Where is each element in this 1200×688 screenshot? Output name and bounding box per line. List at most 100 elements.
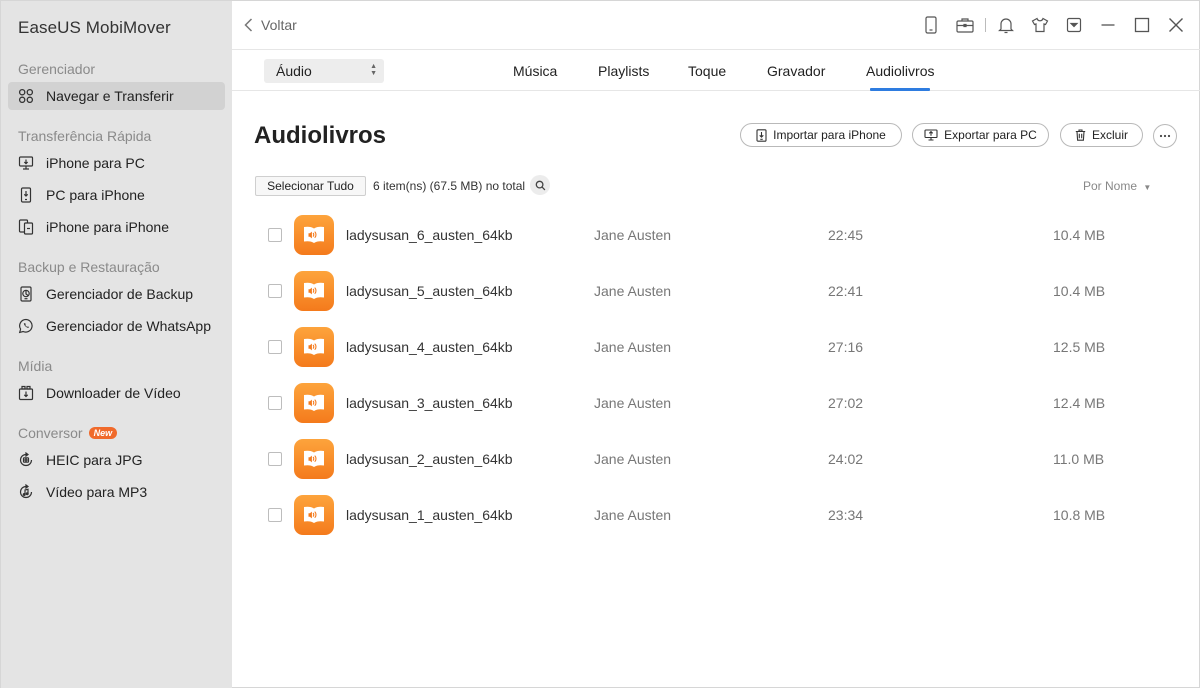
bell-icon[interactable] — [996, 15, 1016, 35]
delete-button[interactable]: Excluir — [1060, 123, 1143, 147]
more-options-button[interactable] — [1153, 124, 1177, 148]
tab-playlists[interactable]: Playlists — [598, 63, 649, 79]
whatsapp-icon — [18, 318, 34, 334]
export-label: Exportar para PC — [944, 128, 1037, 142]
toolbox-icon[interactable] — [955, 15, 975, 35]
dropdown-menu-icon[interactable] — [1064, 15, 1084, 35]
pc-to-phone-icon — [18, 187, 34, 203]
section-transferencia: Transferência Rápida — [18, 128, 152, 144]
sidebar-item-video-para-mp3[interactable]: Vídeo para MP3 — [8, 478, 225, 506]
maximize-icon[interactable] — [1132, 15, 1152, 35]
close-icon[interactable] — [1166, 15, 1186, 35]
page-title: Audiolivros — [254, 122, 387, 149]
table-row[interactable]: ladysusan_6_austen_64kb Jane Austen 22:45 1… — [255, 207, 1185, 263]
export-icon — [924, 129, 938, 141]
table-row[interactable]: ladysusan_3_austen_64kb Jane Austen 27:02 1… — [255, 375, 1185, 431]
app-title: EaseUS MobiMover — [18, 18, 171, 37]
track-artist: Jane Austen — [594, 395, 672, 411]
more-icon — [1159, 134, 1171, 138]
row-checkbox[interactable] — [268, 340, 282, 354]
sidebar-item-iphone-para-pc[interactable]: iPhone para PC — [8, 149, 225, 177]
audiobook-icon — [294, 271, 334, 311]
app-window: EaseUS MobiMover Gerenciador Navegar e T… — [0, 0, 1200, 688]
export-to-pc-button[interactable]: Exportar para PC — [912, 123, 1049, 147]
phone-to-pc-icon — [18, 155, 34, 171]
table-row[interactable]: ladysusan_5_austen_64kb Jane Austen 22:41 1… — [255, 263, 1185, 319]
image-convert-icon — [18, 452, 34, 468]
track-size: 11.0 MB — [1053, 451, 1105, 467]
category-select-value: Áudio — [276, 63, 312, 79]
tab-audiolivros[interactable]: Audiolivros — [866, 63, 934, 91]
row-checkbox[interactable] — [268, 452, 282, 466]
sidebar: EaseUS MobiMover Gerenciador Navegar e T… — [1, 1, 232, 688]
sidebar-item-heic-para-jpg[interactable]: HEIC para JPG — [8, 446, 225, 474]
row-checkbox[interactable] — [268, 508, 282, 522]
track-duration: 22:45 — [828, 227, 864, 243]
track-duration: 22:41 — [828, 283, 864, 299]
track-artist: Jane Austen — [594, 227, 672, 243]
audiobook-icon — [294, 327, 334, 367]
track-duration: 24:02 — [828, 451, 864, 467]
row-checkbox[interactable] — [268, 396, 282, 410]
sidebar-item-downloader-video[interactable]: Downloader de Vídeo — [8, 379, 225, 407]
tab-toque[interactable]: Toque — [688, 63, 726, 79]
section-midia: Mídia — [18, 358, 53, 374]
sidebar-item-pc-para-iphone[interactable]: PC para iPhone — [8, 181, 225, 209]
sort-dropdown[interactable]: Por Nome ▼ — [1083, 179, 1151, 193]
section-conversor-label: Conversor — [18, 425, 83, 441]
audiobook-icon — [294, 383, 334, 423]
shirt-icon[interactable] — [1030, 15, 1050, 35]
video-download-icon — [18, 385, 34, 401]
updown-arrow-icon: ▲ ▼ — [370, 63, 377, 77]
audiobook-icon — [294, 439, 334, 479]
tab-musica[interactable]: Música — [513, 63, 557, 79]
delete-label: Excluir — [1091, 128, 1128, 142]
tab-gravador[interactable]: Gravador — [767, 63, 825, 79]
track-name: ladysusan_2_austen_64kb — [346, 451, 513, 467]
track-duration: 23:34 — [828, 507, 864, 523]
track-name: ladysusan_3_austen_64kb — [346, 395, 513, 411]
phone-to-phone-icon — [18, 219, 34, 235]
search-icon — [535, 180, 545, 190]
sidebar-item-gerenciador-whatsapp[interactable]: Gerenciador de WhatsApp — [8, 312, 225, 340]
search-button[interactable] — [530, 175, 550, 195]
title-bar: Voltar — [232, 1, 1200, 50]
caret-down-icon: ▼ — [1143, 183, 1152, 192]
grid-icon — [18, 88, 34, 104]
track-name: ladysusan_5_austen_64kb — [346, 283, 513, 299]
audiobook-icon — [294, 215, 334, 255]
sidebar-item-navegar[interactable]: Navegar e Transferir — [8, 82, 225, 110]
item-count: 6 item(ns) (67.5 MB) no total — [373, 179, 526, 193]
sidebar-item-label: Gerenciador de Backup — [46, 286, 194, 302]
import-to-iphone-button[interactable]: Importar para iPhone — [740, 123, 902, 147]
minimize-icon[interactable] — [1098, 15, 1118, 35]
import-label: Importar para iPhone — [773, 128, 886, 142]
phone-icon[interactable] — [921, 15, 941, 35]
back-button[interactable]: Voltar — [244, 17, 297, 33]
table-row[interactable]: ladysusan_2_austen_64kb Jane Austen 24:02 1… — [255, 431, 1185, 487]
sidebar-item-label: Vídeo para MP3 — [46, 484, 148, 500]
sort-label: Por Nome — [1083, 179, 1138, 193]
track-size: 10.4 MB — [1053, 227, 1106, 243]
sidebar-item-gerenciador-backup[interactable]: Gerenciador de Backup — [8, 280, 225, 308]
sidebar-item-iphone-para-iphone[interactable]: iPhone para iPhone — [8, 213, 225, 241]
row-checkbox[interactable] — [268, 228, 282, 242]
track-name: ladysusan_6_austen_64kb — [346, 227, 513, 243]
section-backup: Backup e Restauração — [18, 259, 160, 275]
row-checkbox[interactable] — [268, 284, 282, 298]
select-all-button[interactable]: Selecionar Tudo — [255, 176, 366, 196]
track-artist: Jane Austen — [594, 283, 672, 299]
sidebar-item-label: HEIC para JPG — [46, 452, 143, 468]
table-row[interactable]: ladysusan_4_austen_64kb Jane Austen 27:16 1… — [255, 319, 1185, 375]
track-size: 10.4 MB — [1053, 283, 1106, 299]
track-name: ladysusan_4_austen_64kb — [346, 339, 513, 355]
track-size: 12.5 MB — [1053, 339, 1106, 355]
track-artist: Jane Austen — [594, 507, 672, 523]
track-artist: Jane Austen — [594, 451, 672, 467]
sidebar-item-label: Downloader de Vídeo — [46, 385, 181, 401]
track-size: 10.8 MB — [1053, 507, 1106, 523]
table-row[interactable]: ladysusan_1_austen_64kb Jane Austen 23:34 1… — [255, 487, 1185, 543]
sidebar-item-label: Gerenciador de WhatsApp — [46, 318, 211, 334]
sidebar-item-label: iPhone para iPhone — [46, 219, 169, 235]
category-select[interactable]: Áudio ▲ ▼ — [264, 59, 384, 83]
